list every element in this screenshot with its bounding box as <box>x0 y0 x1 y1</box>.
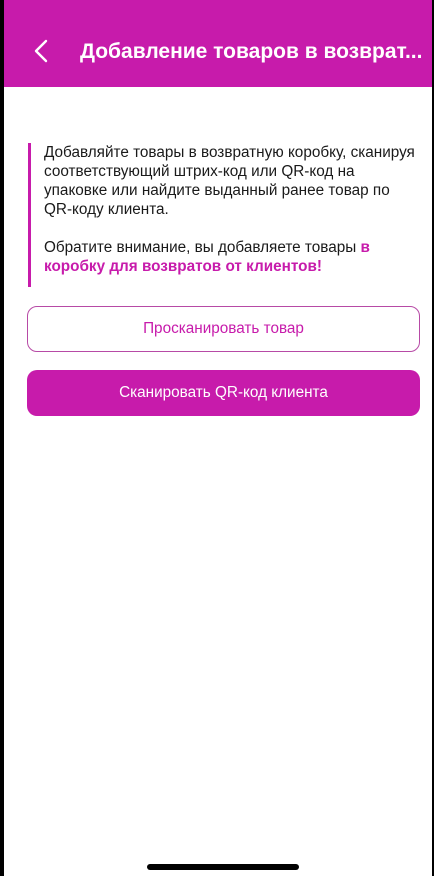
page-title: Добавление товаров в возврат... <box>80 40 423 63</box>
app-header: Добавление товаров в возврат... <box>4 0 432 87</box>
notice-instructions: Добавляйте товары в возвратную коробку, … <box>44 144 415 218</box>
scan-client-qr-button[interactable]: Сканировать QR-код клиента <box>27 370 420 416</box>
back-button[interactable] <box>30 38 54 64</box>
notice-warning: Обратите внимание, вы добавляете товары … <box>44 238 418 276</box>
home-indicator <box>147 864 299 870</box>
screen: Добавление товаров в возврат... Добавляй… <box>4 0 432 876</box>
notice-warning-text: Обратите внимание, вы добавляете товары <box>44 239 361 256</box>
scan-item-button[interactable]: Просканировать товар <box>27 306 420 352</box>
chevron-left-icon <box>34 39 48 63</box>
info-notice: Добавляйте товары в возвратную коробку, … <box>28 143 418 287</box>
